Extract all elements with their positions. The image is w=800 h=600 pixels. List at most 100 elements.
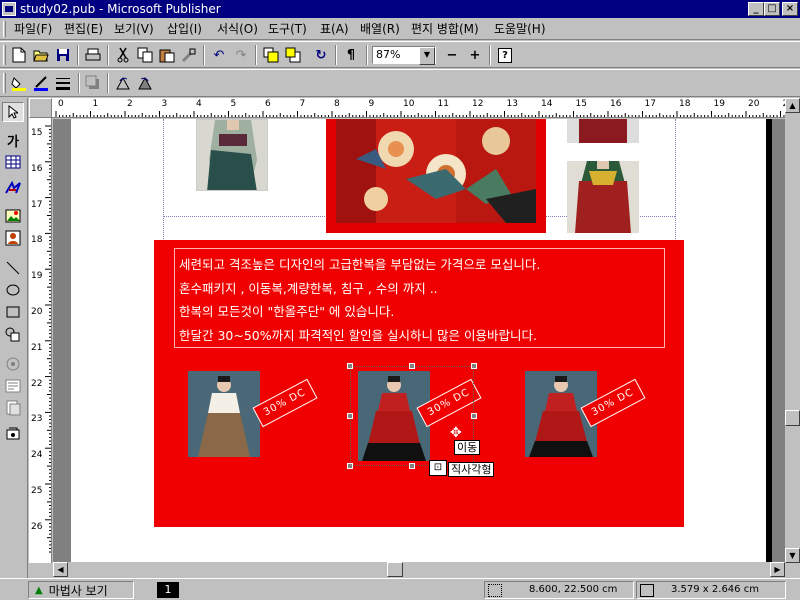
table-frame-tool-icon[interactable]	[2, 152, 24, 172]
hanbok-photo-image	[197, 120, 267, 190]
zoom-value: 87%	[376, 48, 401, 61]
hanbok-photo-top-left[interactable]	[196, 119, 268, 191]
line-color-icon[interactable]	[30, 72, 52, 94]
rotate-icon[interactable]: ↻	[310, 44, 332, 66]
line-style-icon[interactable]	[52, 72, 74, 94]
menu-tools[interactable]: 도구(T)	[268, 21, 307, 37]
rotate-left-icon[interactable]	[112, 72, 134, 94]
copy-icon[interactable]	[134, 44, 156, 66]
red-content-band[interactable]: 세련되고 격조높은 디자인의 고급한복을 부담없는 가격으로 모십니다. 혼수패…	[154, 240, 684, 527]
margin-guide	[675, 119, 676, 239]
resize-handle[interactable]	[471, 413, 477, 419]
menu-file[interactable]: 파일(F)	[14, 21, 52, 37]
design-gallery-tool-icon[interactable]	[2, 398, 24, 418]
menu-arrange[interactable]: 배열(R)	[360, 21, 400, 37]
toolbar-grip[interactable]	[3, 45, 6, 65]
resize-handle[interactable]	[347, 363, 353, 369]
object-frame-tool-icon[interactable]	[2, 354, 24, 374]
cut-scissors-icon[interactable]	[112, 44, 134, 66]
zoom-in-button[interactable]: +	[464, 44, 486, 66]
menu-edit[interactable]: 편집(E)	[64, 21, 103, 37]
move-cursor-icon: ✥	[450, 425, 462, 441]
horizontal-ruler[interactable]: 0123456789101112131415161718192021	[52, 98, 786, 118]
menu-mail-merge[interactable]: 편지 병합(M)	[411, 21, 479, 37]
menu-grip[interactable]	[3, 21, 6, 37]
smart-tag-icon[interactable]: ⊡	[429, 460, 447, 476]
picture-frame-tool-icon[interactable]	[2, 206, 24, 226]
scroll-left-arrow-icon[interactable]: ◀	[53, 562, 68, 577]
fill-color-icon[interactable]	[8, 72, 30, 94]
resize-handle[interactable]	[409, 463, 415, 469]
close-button[interactable]: ×	[782, 2, 798, 16]
horizontal-scroll-thumb[interactable]	[387, 562, 403, 577]
save-disk-icon[interactable]	[52, 44, 74, 66]
rectangle-tool-icon[interactable]	[2, 302, 24, 322]
status-bar: ▲ 마법사 보기 1 8.600, 22.500 cm 3.579 x 2.64…	[0, 578, 800, 600]
vertical-ruler-ticks	[45, 125, 51, 553]
zoom-select[interactable]: 87% ▼	[372, 46, 436, 65]
resize-handle[interactable]	[347, 413, 353, 419]
menu-help[interactable]: 도움말(H)	[494, 21, 546, 37]
redo-icon[interactable]: ↷	[230, 44, 252, 66]
ruler-corner[interactable]	[29, 98, 52, 118]
vertical-scrollbar[interactable]: ▲ ▼	[785, 98, 800, 563]
vertical-scroll-thumb[interactable]	[785, 410, 800, 426]
red-picture-frame[interactable]	[326, 119, 546, 233]
custom-shapes-tool-icon[interactable]	[2, 324, 24, 344]
resize-handle[interactable]	[409, 363, 415, 369]
chevron-down-icon[interactable]: ▼	[419, 47, 435, 65]
wordart-tool-icon[interactable]	[2, 178, 24, 198]
open-folder-icon[interactable]	[30, 44, 52, 66]
shadow-icon[interactable]	[82, 72, 104, 94]
page-number-button[interactable]: 1	[157, 582, 179, 598]
toolbar-grip[interactable]	[3, 73, 6, 93]
print-icon[interactable]	[82, 44, 104, 66]
menu-view[interactable]: 보기(V)	[114, 21, 154, 37]
bring-to-front-icon[interactable]	[260, 44, 282, 66]
zoom-out-button[interactable]: −	[441, 44, 463, 66]
menu-insert[interactable]: 삽입(I)	[167, 21, 202, 37]
wizard-toggle[interactable]: ▲ 마법사 보기	[28, 581, 134, 599]
menu-bar: 파일(F) 편집(E) 보기(V) 삽입(I) 서식(O) 도구(T) 표(A)…	[0, 18, 800, 40]
menu-format[interactable]: 서식(O)	[217, 21, 258, 37]
text-frame-tool[interactable]: 가	[2, 130, 24, 150]
scroll-down-arrow-icon[interactable]: ▼	[785, 548, 800, 563]
clip-gallery-tool-icon[interactable]	[2, 228, 24, 248]
format-painter-icon[interactable]	[178, 44, 200, 66]
minimize-button[interactable]: _	[748, 2, 764, 16]
paste-icon[interactable]	[156, 44, 178, 66]
discount-badge-1[interactable]: 30% DC	[252, 378, 318, 428]
help-button[interactable]: ?	[494, 44, 516, 66]
ruler-label: 8	[334, 99, 340, 109]
oval-tool-icon[interactable]	[2, 280, 24, 300]
size-icon	[640, 584, 654, 597]
rotate-right-icon[interactable]	[134, 72, 156, 94]
undo-icon[interactable]: ↶	[208, 44, 230, 66]
ruler-label: 2	[127, 99, 133, 109]
app-icon[interactable]	[2, 2, 16, 16]
scroll-up-arrow-icon[interactable]: ▲	[785, 98, 800, 113]
horizontal-scrollbar[interactable]: ◀ ▶	[53, 562, 785, 577]
document-canvas[interactable]: 세련되고 격조높은 디자인의 고급한복을 부담없는 가격으로 모십니다. 혼수패…	[53, 119, 785, 562]
floral-hanbok-image	[336, 119, 536, 223]
new-document-icon[interactable]	[8, 44, 30, 66]
resize-handle[interactable]	[471, 363, 477, 369]
form-control-tool-icon[interactable]	[2, 376, 24, 396]
line-tool-icon[interactable]	[2, 258, 24, 278]
hanbok-photo-top-right-2[interactable]	[567, 161, 639, 233]
vertical-ruler[interactable]: 15 16 17 18 19 20 21 22 23 24 25 26	[29, 118, 52, 563]
resize-handle[interactable]	[347, 463, 353, 469]
promo-text-frame[interactable]: 세련되고 격조높은 디자인의 고급한복을 부담없는 가격으로 모십니다. 혼수패…	[174, 248, 665, 348]
promo-text-line-3: 한복의 모든것이 "한올주단" 에 있습니다.	[179, 304, 395, 319]
maximize-button[interactable]: □	[764, 2, 780, 16]
send-to-back-icon[interactable]	[282, 44, 304, 66]
ruler-label: 1	[92, 99, 99, 109]
pointer-tool-icon[interactable]	[2, 102, 24, 122]
ruler-label: 4	[196, 99, 202, 109]
hanbok-photo-top-right-1[interactable]	[567, 119, 639, 143]
scroll-right-arrow-icon[interactable]: ▶	[770, 562, 785, 577]
hotspot-tool-icon[interactable]	[2, 424, 24, 444]
product-photo-1[interactable]	[188, 371, 260, 457]
pilcrow-icon[interactable]: ¶	[340, 44, 362, 66]
menu-table[interactable]: 표(A)	[320, 21, 349, 37]
